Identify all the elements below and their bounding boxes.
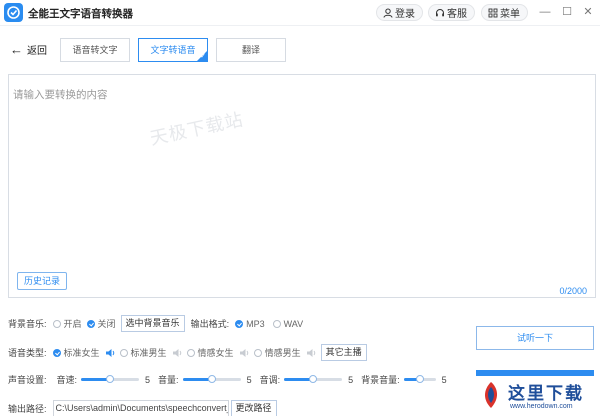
bg-music-off-radio[interactable]: 关闭 bbox=[86, 317, 116, 330]
volume-label: 音量: bbox=[158, 375, 179, 385]
pitch-label: 音调: bbox=[259, 375, 281, 385]
volume-value: 5 bbox=[246, 374, 252, 385]
voice-emotional-male-radio[interactable]: 情感男生 bbox=[253, 346, 301, 359]
site-logo-icon bbox=[485, 382, 498, 408]
maximize-button[interactable]: ☐ bbox=[560, 5, 574, 19]
minimize-button[interactable]: — bbox=[538, 5, 552, 19]
headset-icon bbox=[436, 8, 444, 16]
tab-text-to-speech-label: 文字转语音 bbox=[150, 45, 196, 55]
site-stamp-url: www.herodown.com bbox=[510, 403, 573, 410]
speed-slider[interactable] bbox=[81, 375, 140, 383]
speaker-icon[interactable] bbox=[306, 348, 317, 358]
other-voices-button[interactable]: 其它主播 bbox=[320, 344, 367, 361]
change-path-button[interactable]: 更改路径 bbox=[230, 400, 277, 416]
slider-handle[interactable] bbox=[415, 375, 424, 383]
format-wav-radio[interactable]: WAV bbox=[272, 319, 303, 329]
text-input-panel: 天极下载站 历史记录 0/2000 bbox=[8, 74, 596, 298]
site-stamp: 这里下载 www.herodown.com bbox=[474, 376, 600, 416]
volume-slider[interactable] bbox=[182, 375, 241, 383]
bg-volume-label: 背景音量: bbox=[361, 375, 400, 385]
bg-volume-value: 5 bbox=[441, 374, 447, 385]
sound-settings-row: 声音设置: 音速: 5 音量: 5 音调: 5 背景音量: 5 bbox=[8, 373, 455, 386]
voice-standard-female-radio[interactable]: 标准女生 bbox=[52, 346, 100, 359]
text-input[interactable] bbox=[9, 75, 595, 265]
bg-volume-slider[interactable] bbox=[403, 375, 436, 383]
slider-handle[interactable] bbox=[207, 375, 216, 383]
output-path-label: 输出路径: bbox=[8, 404, 47, 414]
site-stamp-title: 这里下载 bbox=[508, 384, 584, 404]
service-button[interactable]: 客服 bbox=[428, 4, 475, 21]
voice-standard-male-radio[interactable]: 标准男生 bbox=[119, 346, 167, 359]
title-bar: 全能王文字语音转换器 登录 客服 菜单 — ☐ ✕ bbox=[0, 0, 600, 26]
format-mp3-radio[interactable]: MP3 bbox=[235, 319, 265, 329]
speed-label: 音速: bbox=[56, 375, 78, 385]
back-label: 返回 bbox=[27, 46, 47, 57]
speed-value: 5 bbox=[145, 374, 151, 385]
bg-music-label: 背景音乐: bbox=[8, 319, 47, 329]
sound-settings-label: 声音设置: bbox=[8, 375, 47, 385]
output-path-row: 输出路径: C:\Users\admin\Documents\speechcon… bbox=[8, 400, 283, 416]
arrow-left-icon: ← bbox=[10, 41, 23, 57]
slider-handle[interactable] bbox=[309, 375, 318, 383]
bg-music-row: 背景音乐: 开启 关闭 选中背景音乐 输出格式: MP3 WAV bbox=[8, 315, 308, 332]
tab-speech-to-text[interactable]: 语音转文字 bbox=[60, 38, 130, 62]
grid-icon bbox=[488, 8, 498, 17]
output-format-label: 输出格式: bbox=[190, 319, 230, 329]
voice-emotional-female-radio[interactable]: 情感女生 bbox=[186, 346, 234, 359]
voice-type-label: 语音类型: bbox=[8, 348, 47, 358]
back-button[interactable]: ← 返回 bbox=[10, 41, 47, 58]
login-label: 登录 bbox=[395, 9, 415, 20]
tab-text-to-speech[interactable]: 文字转语音 ✓ bbox=[138, 38, 208, 62]
login-button[interactable]: 登录 bbox=[376, 4, 423, 21]
speaker-icon[interactable] bbox=[172, 348, 183, 358]
slider-handle[interactable] bbox=[106, 375, 115, 383]
output-path-field[interactable]: C:\Users\admin\Documents\speechconvert_ bbox=[52, 400, 229, 416]
speaker-icon[interactable] bbox=[239, 348, 250, 358]
pitch-value: 5 bbox=[348, 374, 354, 385]
pitch-slider[interactable] bbox=[284, 375, 343, 383]
service-label: 客服 bbox=[447, 9, 467, 20]
user-icon bbox=[383, 8, 393, 18]
app-logo-icon bbox=[4, 3, 23, 22]
history-button[interactable]: 历史记录 bbox=[17, 272, 68, 290]
bg-music-on-radio[interactable]: 开启 bbox=[52, 317, 82, 330]
close-button[interactable]: ✕ bbox=[581, 5, 595, 19]
preview-listen-button[interactable]: 试听一下 bbox=[476, 326, 594, 350]
menu-label: 菜单 bbox=[500, 9, 520, 20]
menu-button[interactable]: 菜单 bbox=[481, 4, 528, 21]
voice-type-row: 语音类型: 标准女生 标准男生 情感女生 情感男生 其它主播 bbox=[8, 344, 373, 361]
select-bg-music-button[interactable]: 选中背景音乐 bbox=[120, 315, 185, 332]
speaker-icon[interactable] bbox=[105, 348, 116, 358]
check-icon: ✓ bbox=[200, 53, 206, 60]
char-counter: 0/2000 bbox=[559, 286, 587, 296]
app-title: 全能王文字语音转换器 bbox=[28, 8, 133, 20]
tab-translate[interactable]: 翻译 bbox=[216, 38, 286, 62]
